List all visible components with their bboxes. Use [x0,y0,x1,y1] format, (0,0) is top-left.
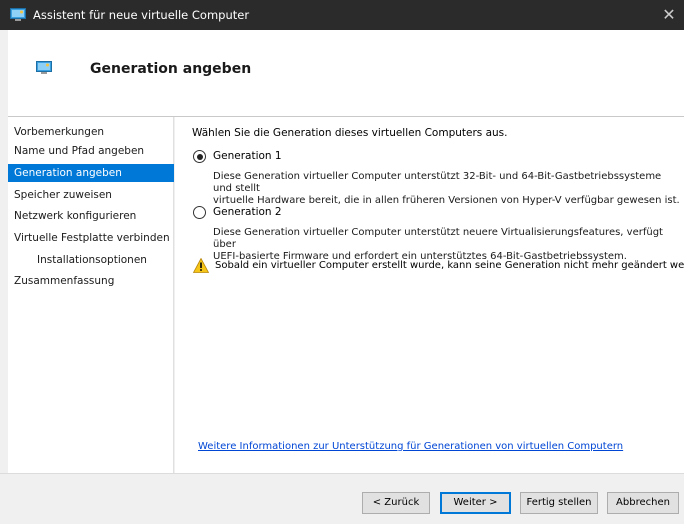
cancel-button[interactable]: Abbrechen [607,492,679,514]
back-button[interactable]: < Zurück [362,492,430,514]
button-bar: < Zurück Weiter > Fertig stellen Abbrech… [0,473,684,524]
nav-item-festplatte[interactable]: Virtuelle Festplatte verbinden [8,229,174,247]
wizard-steps-nav: Vorbemerkungen Name und Pfad angeben Gen… [8,117,174,473]
warning-icon [193,258,209,273]
close-icon[interactable]: ✕ [654,0,684,30]
generation-2-radio[interactable] [193,206,206,219]
nav-item-name-und-pfad[interactable]: Name und Pfad angeben [8,142,174,160]
page-header: Generation angeben [8,30,684,117]
page-title: Generation angeben [90,61,252,77]
nav-item-speicher[interactable]: Speicher zuweisen [8,186,174,204]
window-title: Assistent für neue virtuelle Computer [33,8,250,22]
generation-1-desc-line2: virtuelle Hardware bereit, die in allen … [213,195,680,206]
warning-text: Sobald ein virtueller Computer erstellt … [215,260,684,271]
generation-1-radio[interactable] [193,150,206,163]
generation-1-label[interactable]: Generation 1 [213,149,282,164]
nav-item-installationsoptionen[interactable]: Installationsoptionen [8,251,174,269]
finish-button[interactable]: Fertig stellen [520,492,598,514]
title-bar: Assistent für neue virtuelle Computer ✕ [0,0,684,30]
content-pane: Wählen Sie die Generation dieses virtuel… [175,117,684,473]
radio-checked-dot [196,153,203,160]
generation-2-desc-line1: Diese Generation virtueller Computer unt… [213,227,663,250]
vm-wizard-icon [10,8,26,21]
generation-1-description: Diese Generation virtueller Computer unt… [213,171,683,207]
more-info-link[interactable]: Weitere Informationen zur Unterstützung … [198,441,623,452]
nav-item-vorbemerkungen[interactable]: Vorbemerkungen [8,123,174,141]
nav-item-generation[interactable]: Generation angeben [8,164,174,182]
nav-item-zusammenfassung[interactable]: Zusammenfassung [8,272,174,290]
nav-item-netzwerk[interactable]: Netzwerk konfigurieren [8,207,174,225]
generation-1-desc-line1: Diese Generation virtueller Computer unt… [213,171,662,194]
generation-2-description: Diese Generation virtueller Computer unt… [213,227,683,263]
next-button[interactable]: Weiter > [440,492,511,514]
intro-text: Wählen Sie die Generation dieses virtuel… [192,127,508,139]
vm-wizard-icon [36,61,52,74]
generation-2-label[interactable]: Generation 2 [213,205,282,220]
